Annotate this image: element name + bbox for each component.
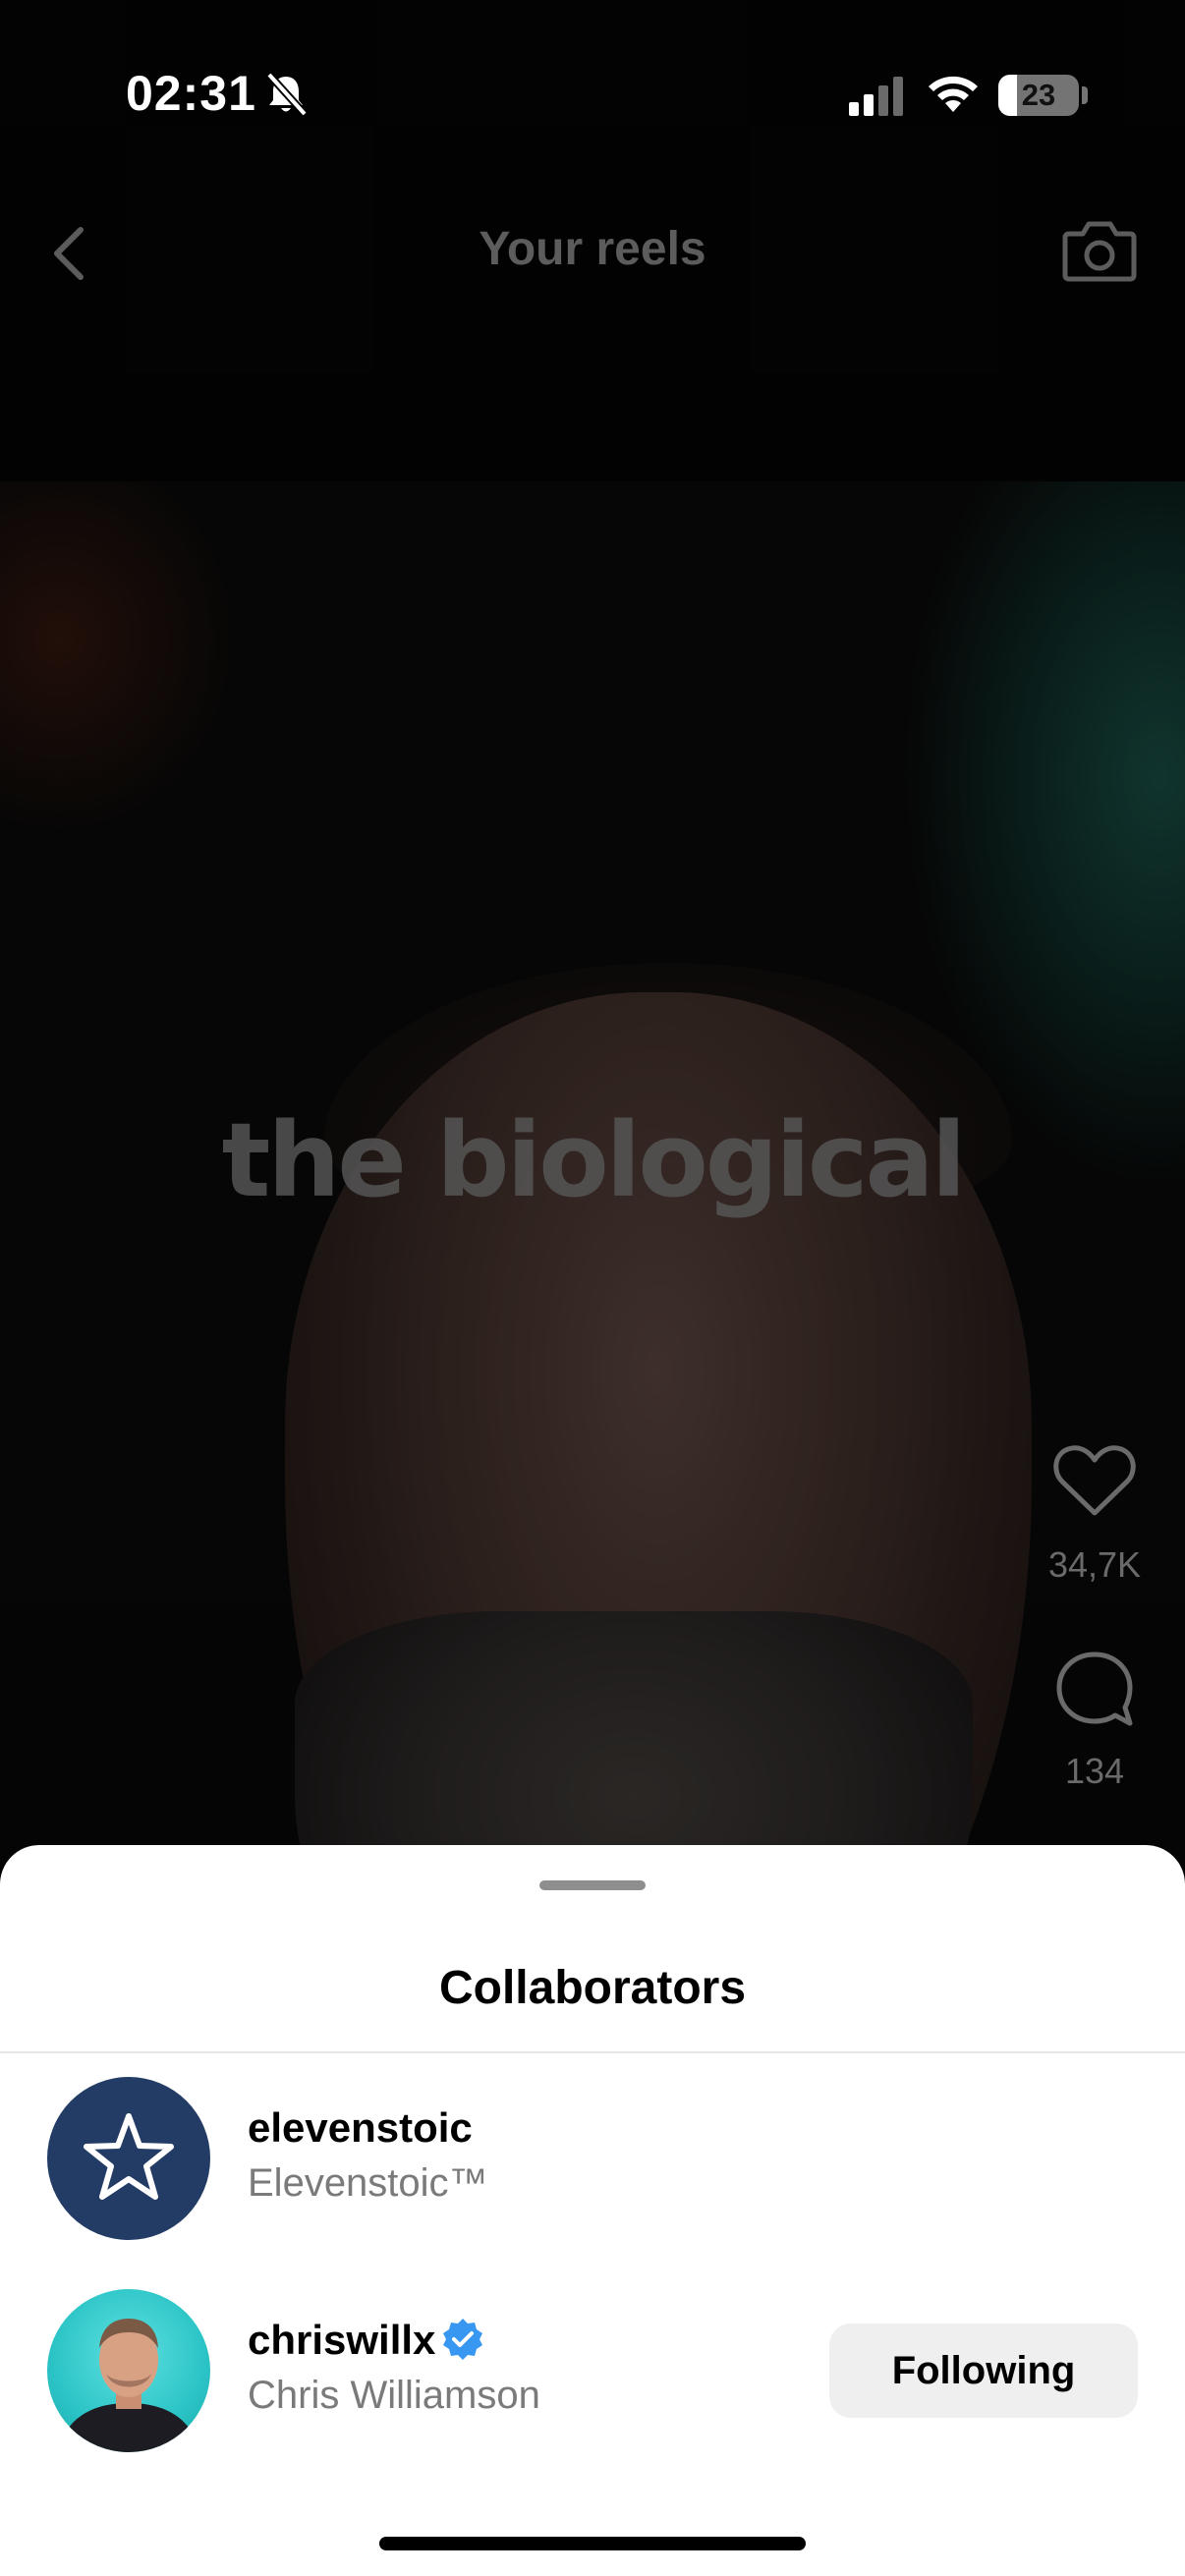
reel-video[interactable]: the biological [0, 0, 1185, 2446]
heart-icon[interactable] [1052, 1442, 1137, 1519]
collaborator-full-name: Chris Williamson [248, 2374, 540, 2417]
battery-indicator: 23 [998, 75, 1079, 116]
collaborator-username[interactable]: chriswillx [248, 2317, 435, 2364]
status-time: 02:31 [126, 66, 256, 121]
sheet-title: Collaborators [438, 1962, 747, 2014]
camera-icon[interactable] [1061, 214, 1138, 285]
battery-level: 23 [1021, 78, 1056, 112]
collaborator-row-elevenstoic[interactable]: elevenstoic Elevenstoic™ [0, 2077, 1185, 2244]
page-title: Your reels [479, 223, 706, 275]
reel-screen: the biological 02:31 23 Your reels 34,7K… [0, 0, 1185, 2576]
status-bar: 02:31 23 [0, 0, 1185, 187]
wifi-icon [929, 76, 978, 112]
divider [0, 2051, 1185, 2053]
home-indicator[interactable] [379, 2537, 806, 2550]
avatar[interactable] [47, 2289, 210, 2452]
profile-photo [57, 2319, 200, 2452]
following-button[interactable]: Following [829, 2324, 1138, 2418]
verified-badge-icon [443, 2319, 482, 2360]
collaborator-full-name: Elevenstoic™ [248, 2161, 488, 2205]
avatar[interactable] [47, 2077, 210, 2240]
collaborator-username[interactable]: elevenstoic [248, 2104, 473, 2152]
star-icon [84, 2113, 174, 2200]
bell-muted-icon [266, 72, 308, 117]
collaborator-row-chriswillx[interactable]: chriswillx Chris Williamson Following [0, 2289, 1185, 2456]
collaborators-sheet: Collaborators elevenstoic Elevenstoic™ c… [0, 1845, 1185, 2576]
comment-icon[interactable] [1053, 1649, 1136, 1731]
like-count: 34,7K [1047, 1544, 1142, 1585]
dim-overlay[interactable] [0, 0, 1185, 1867]
comment-count: 134 [1064, 1751, 1125, 1791]
sheet-grabber[interactable] [539, 1880, 646, 1890]
cellular-signal-icon [849, 77, 903, 116]
